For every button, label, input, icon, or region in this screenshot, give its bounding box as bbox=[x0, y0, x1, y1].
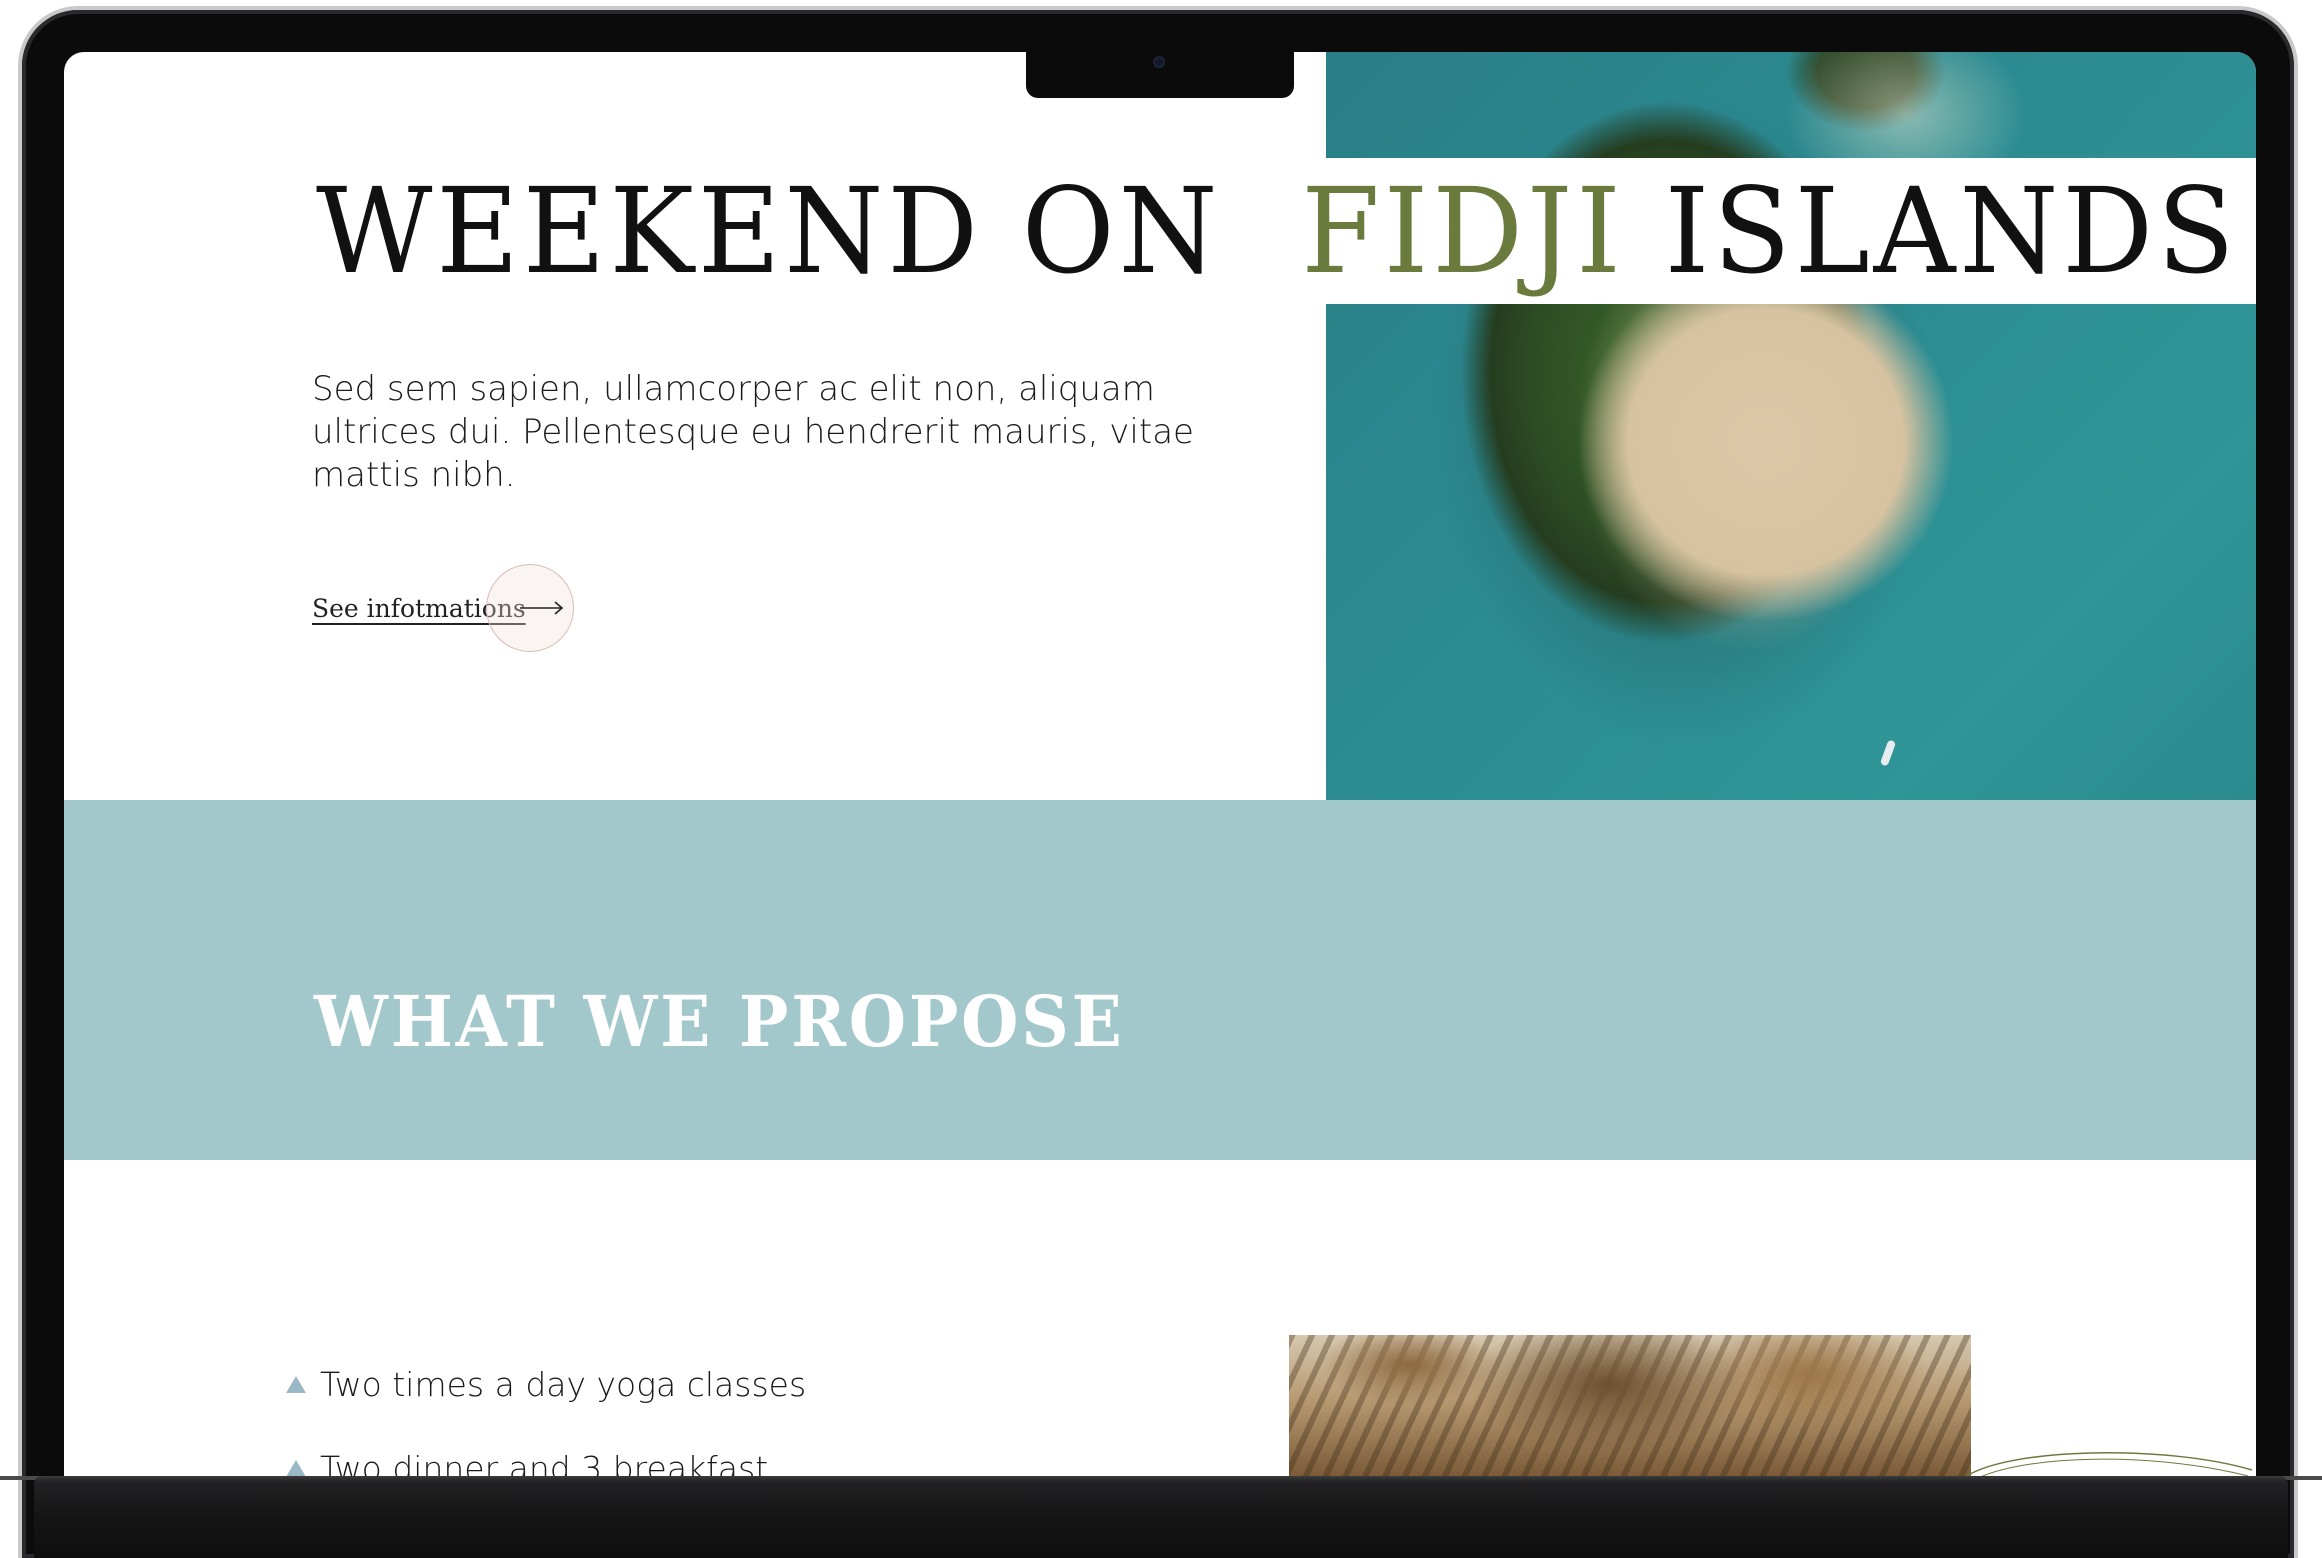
feature-label: Two dinner and 3 breakfast bbox=[320, 1448, 769, 1477]
list-item: Two times a day yoga classes bbox=[286, 1342, 806, 1426]
laptop-base bbox=[34, 1476, 2288, 1558]
boat bbox=[1879, 739, 1897, 767]
decorative-line bbox=[1965, 1452, 2253, 1476]
hero-description: Sed sem sapien, ullamcorper ac elit non,… bbox=[312, 369, 1194, 495]
hero-title-part1: WEEKEND ON bbox=[316, 162, 1222, 300]
section-title: WHAT WE PROPOSE bbox=[314, 980, 1125, 1063]
camera-notch bbox=[1026, 52, 1294, 98]
camera-icon bbox=[1153, 56, 1165, 68]
see-informations-link[interactable]: See infotmations bbox=[312, 564, 574, 652]
triangle-bullet-icon bbox=[286, 1375, 306, 1393]
features-list: Two times a day yoga classes Two dinner … bbox=[286, 1342, 806, 1476]
website-screen: WEEKEND ON FIDJI ISLANDS Sed sem sapien,… bbox=[64, 52, 2256, 1476]
hero-title-accent: FIDJI bbox=[1301, 162, 1625, 300]
hero-title-part2: ISLANDS bbox=[1664, 162, 2239, 300]
triangle-bullet-icon bbox=[286, 1459, 306, 1476]
list-item: Two dinner and 3 breakfast bbox=[286, 1426, 806, 1476]
palm-trees-photo bbox=[1289, 1335, 1971, 1476]
hero-title: WEEKEND ON FIDJI ISLANDS bbox=[316, 156, 2238, 306]
arrow-right-icon[interactable] bbox=[518, 594, 566, 622]
feature-label: Two times a day yoga classes bbox=[320, 1364, 807, 1404]
